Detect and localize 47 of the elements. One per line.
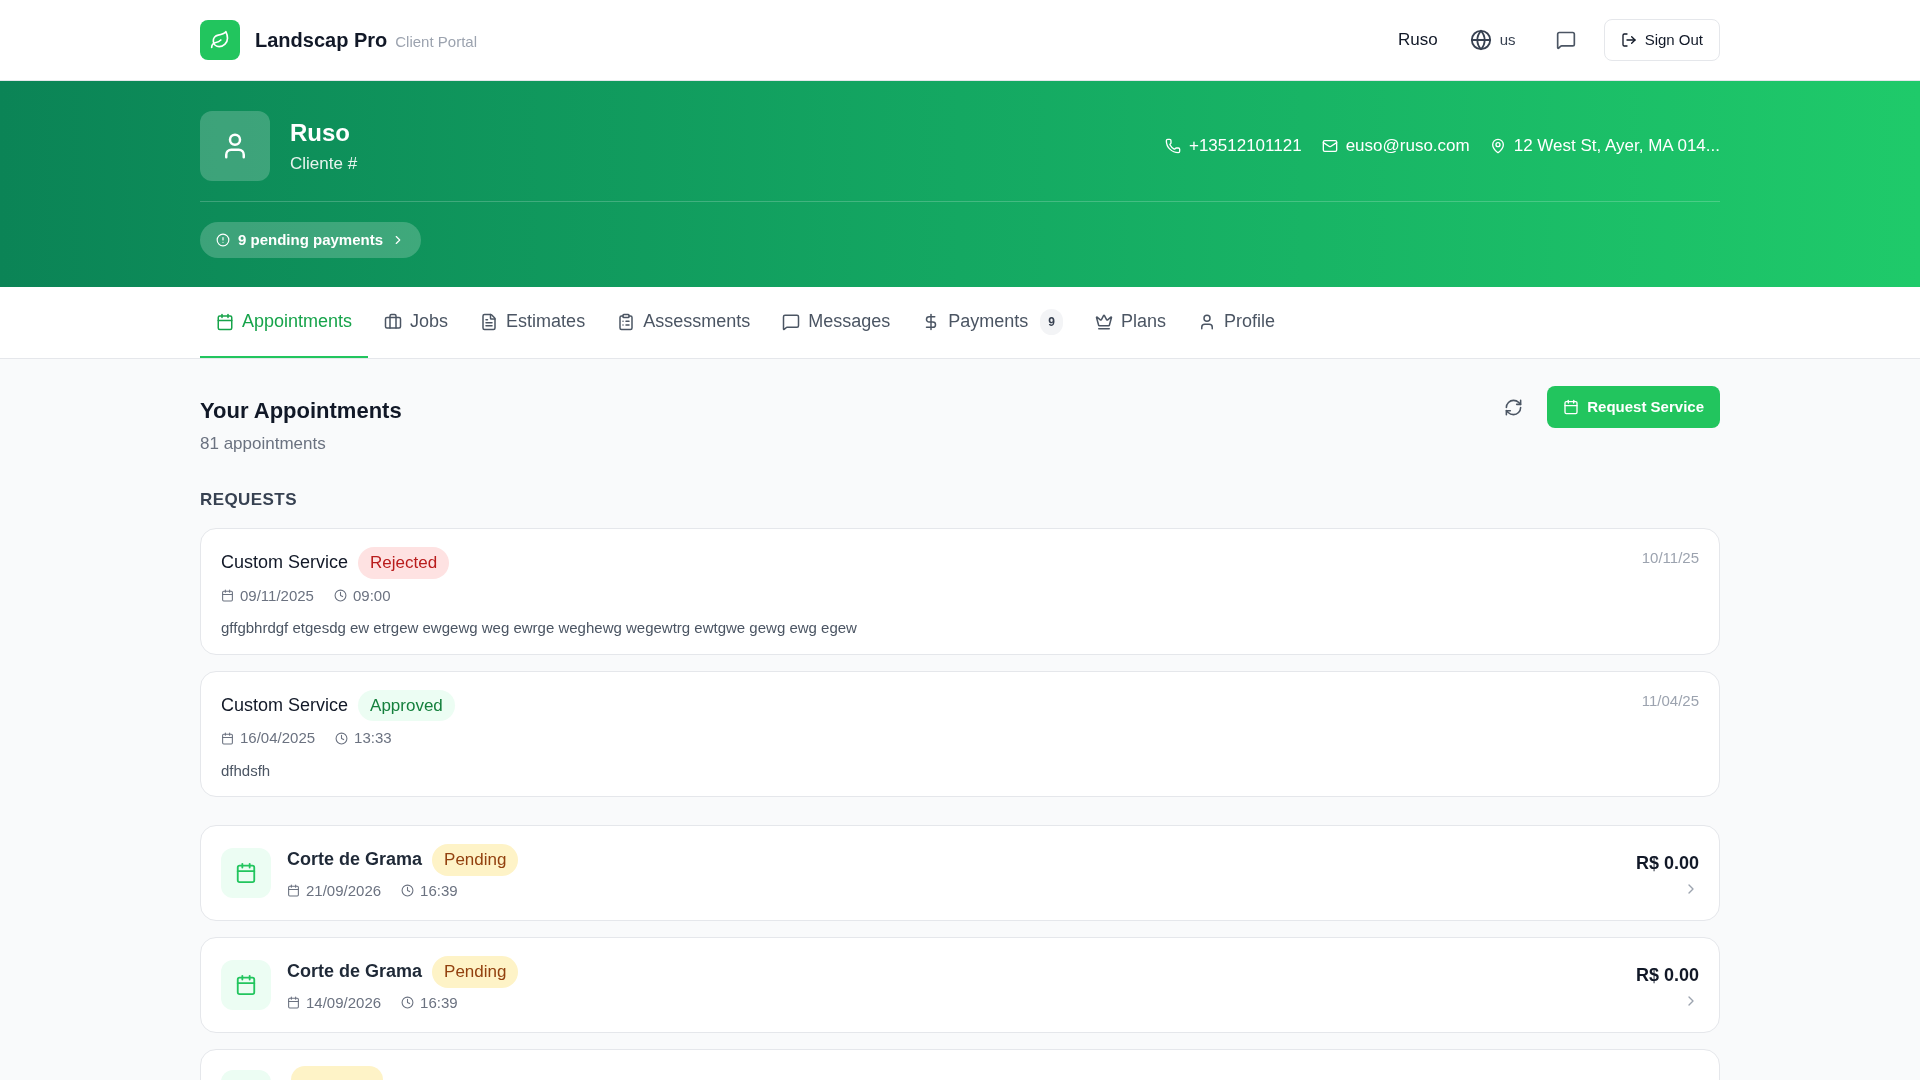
brand-name: Landscap Pro <box>255 28 388 53</box>
sign-out-button[interactable]: Sign Out <box>1603 19 1720 61</box>
request-card[interactable]: Custom Service Approved 16/04/2025 13:33 dfhdsfh 11/04/25 <box>200 670 1720 797</box>
tab[interactable]: Estimates <box>464 287 602 358</box>
status-badge: Rejected <box>358 547 450 579</box>
phone-text: +13512101121 <box>1188 135 1302 158</box>
tab[interactable]: Assessments <box>601 287 767 358</box>
status-badge: Approved <box>358 689 455 721</box>
time-text: 16:39 <box>420 880 458 901</box>
appointment-count: 81 appointments <box>200 433 327 455</box>
brand-subtitle: Client Portal <box>395 31 477 52</box>
request-card[interactable]: Custom Service Rejected 09/11/2025 09:00 gffgbhrdgf etgesdg ew etrgew ewgewg weg ewrge weghewg wegewtrg ewtgwe gewg ewg egew 10/11/25 <box>200 528 1720 655</box>
date-text: 21/09/2026 <box>306 880 382 901</box>
user-name: Ruso <box>1398 29 1438 52</box>
tab[interactable]: Plans <box>1078 287 1182 358</box>
language-button[interactable]: us <box>1469 28 1516 52</box>
created-date: 11/04/25 <box>1641 690 1699 711</box>
price-text: R$ 0.00 <box>1635 963 1699 987</box>
client-name: Ruso <box>290 118 351 149</box>
count-badge: 9 <box>1040 308 1063 335</box>
appointment-title: Corte de Grama <box>287 960 423 984</box>
request-note: gffgbhrdgf etgesdg ew etrgew ewgewg weg ewrge weghewg wegewtrg ewtgwe gewg ewg egew <box>221 618 857 638</box>
request-title: Custom Service <box>221 551 349 575</box>
date-text: 14/09/2026 <box>306 992 382 1013</box>
email-text: euso@ruso.com <box>1345 135 1470 158</box>
tab[interactable]: Jobs <box>368 287 465 358</box>
date-text: 09/11/2025 <box>240 585 314 606</box>
section-title: Your Appointments <box>200 397 402 425</box>
price-text: R$ 0.00 <box>1635 851 1699 875</box>
appointment-card[interactable]: Corte de Grama Pending 21/09/2026 16:39 R$ 0.00 <box>200 825 1720 921</box>
appointment-card[interactable]: Corte de Grama Pending 14/09/2026 16:39 R$ 0.00 <box>200 937 1720 1033</box>
requests-heading: REQUESTS <box>200 488 298 511</box>
date-text: 16/04/2025 <box>240 728 316 748</box>
request-title: Custom Service <box>221 693 349 717</box>
status-badge: Pending <box>432 844 519 876</box>
time-text: 16:39 <box>420 992 458 1013</box>
time-text: 13:33 <box>354 728 392 748</box>
client-number: Cliente # <box>290 153 358 176</box>
time-text: 09:00 <box>352 585 391 606</box>
created-date: 10/11/25 <box>1641 548 1699 568</box>
tab[interactable]: Payments 9 <box>906 287 1079 358</box>
status-badge: Pending <box>432 956 519 988</box>
request-note: dfhdsfh <box>221 760 272 781</box>
tab[interactable]: Messages <box>766 287 907 358</box>
appointment-title: Corte de Grama <box>287 848 423 872</box>
tab[interactable]: Profile <box>1182 287 1292 358</box>
address-text: 12 West St, Ayer, MA 014... <box>1513 135 1720 158</box>
